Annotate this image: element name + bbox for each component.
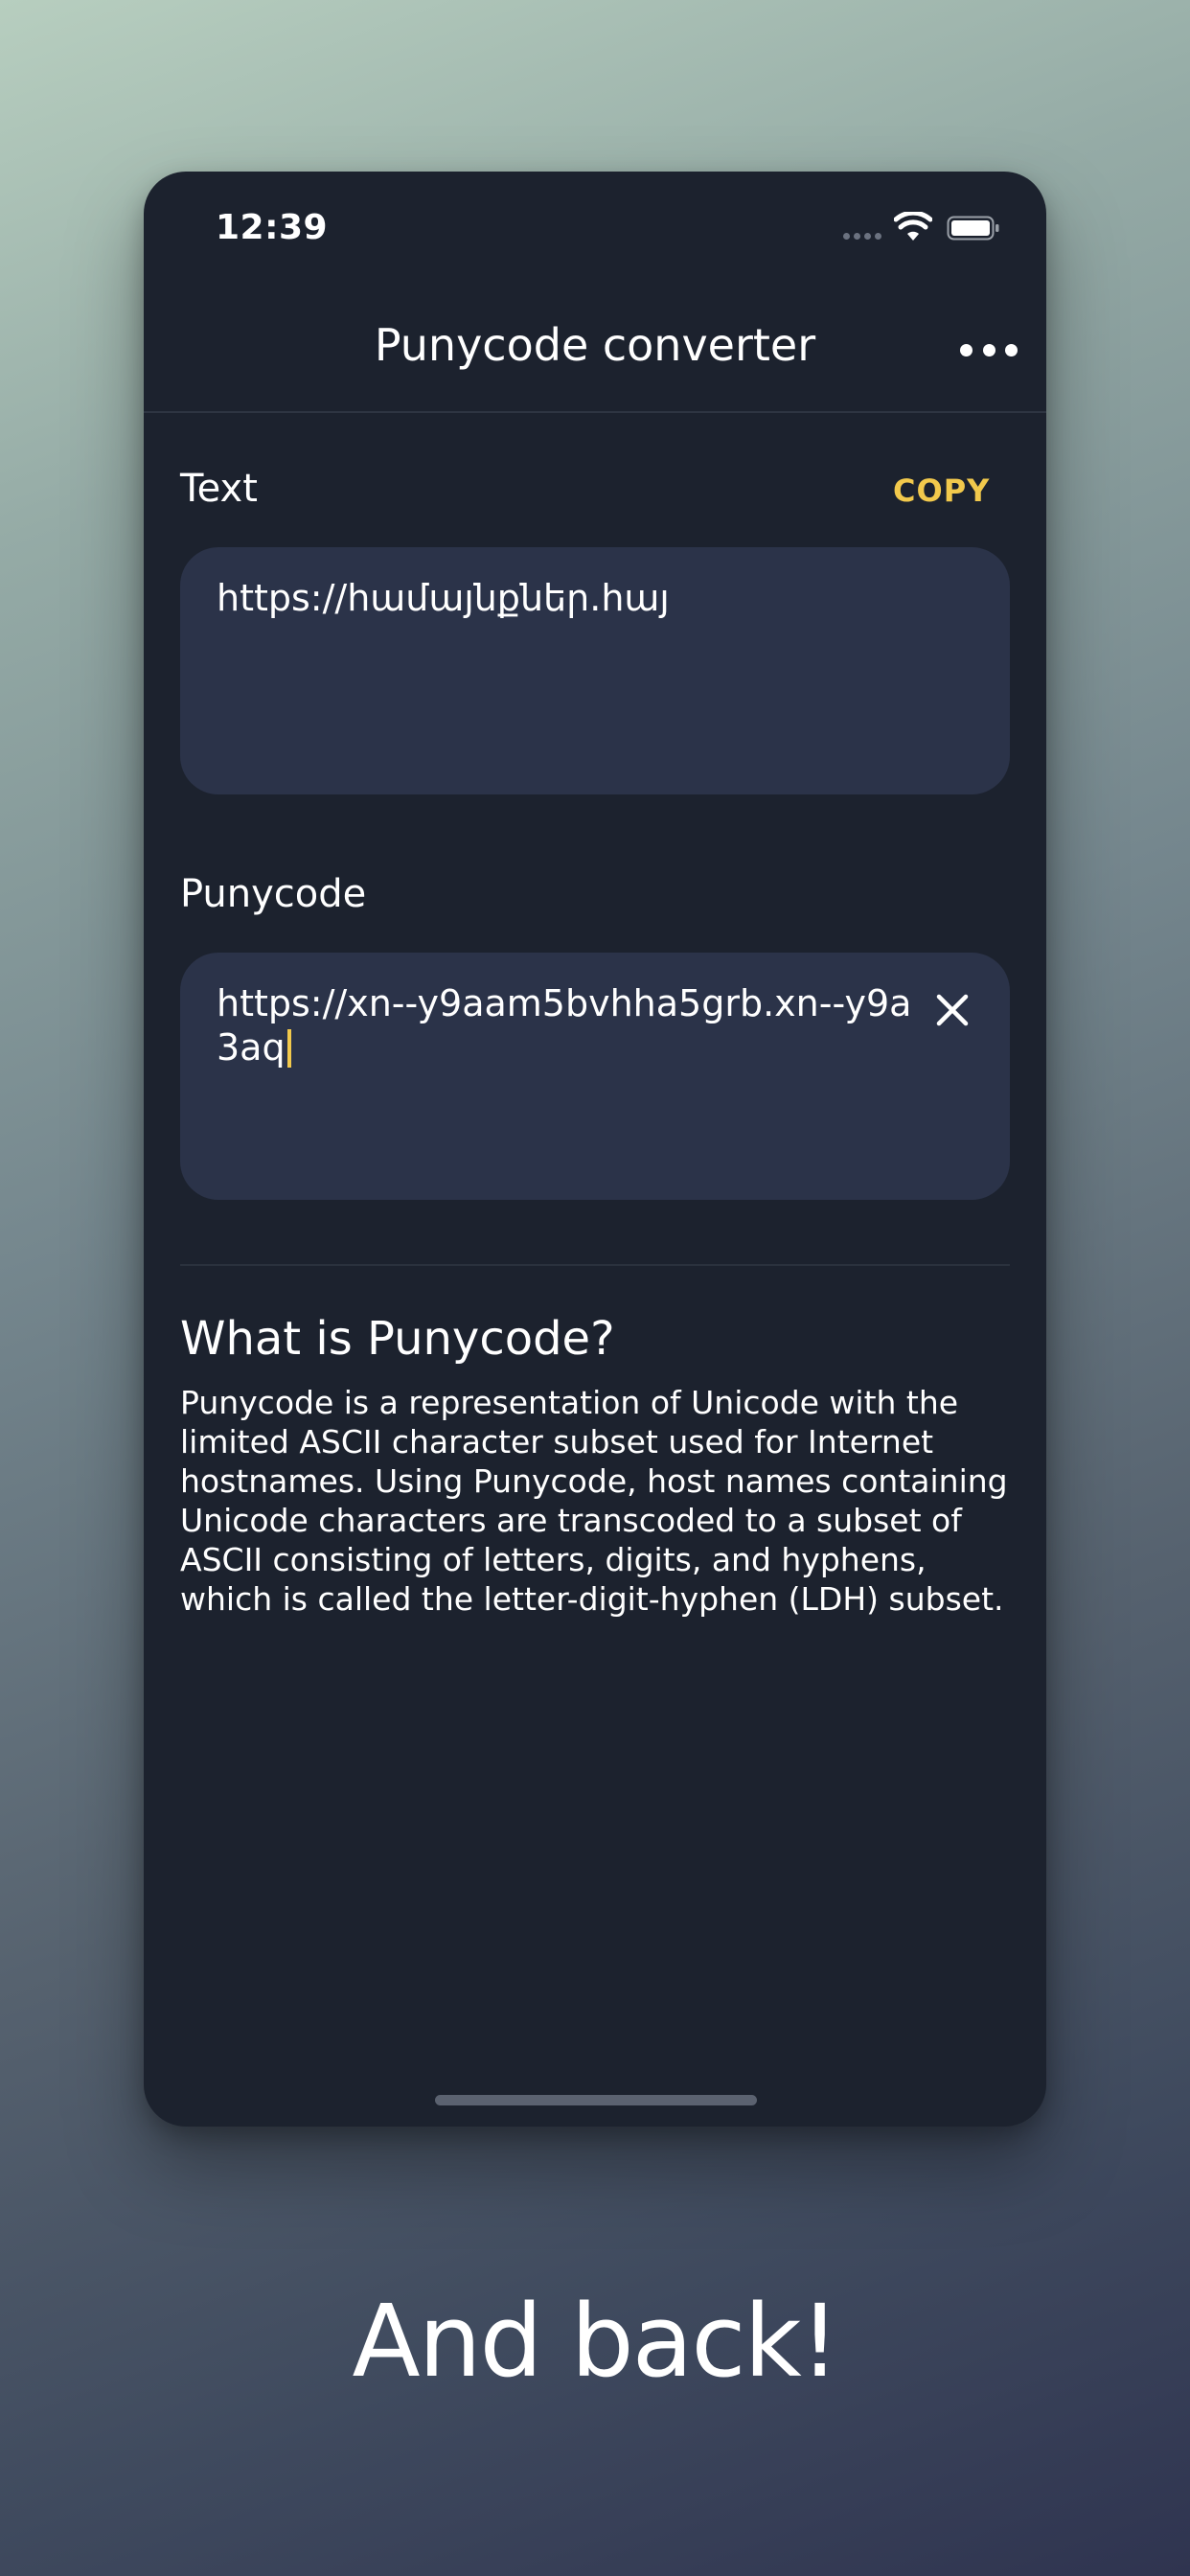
status-bar: 12:39 — [144, 172, 1046, 287]
text-cursor — [286, 1029, 291, 1068]
punycode-input[interactable]: https://xn--y9aam5bvhha5grb.xn--y9a3aq — [180, 953, 1010, 1200]
battery-icon — [947, 216, 999, 241]
copy-button[interactable]: COPY — [893, 472, 990, 509]
text-input-value: https://համայնքներ.հայ — [217, 577, 670, 619]
status-time: 12:39 — [216, 208, 329, 247]
home-indicator[interactable] — [435, 2095, 757, 2105]
info-body: Punycode is a representation of Unicode … — [180, 1384, 1008, 1618]
navigation-bar: Punycode converter — [144, 287, 1046, 413]
more-horizontal-icon — [960, 343, 973, 356]
cellular-signal-icon — [843, 233, 883, 241]
promo-caption: And back! — [352, 2283, 840, 2400]
more-options-button[interactable] — [960, 331, 1018, 369]
wifi-icon — [894, 212, 932, 241]
section-divider — [180, 1264, 1010, 1266]
phone-screen: 12:39 Punycode converter Text COPY https… — [144, 172, 1046, 2127]
page-title: Punycode converter — [374, 319, 816, 371]
punycode-input-value: https://xn--y9aam5bvhha5grb.xn--y9a3aq — [217, 982, 912, 1069]
text-input[interactable]: https://համայնքներ.հայ — [180, 547, 1010, 794]
close-icon[interactable] — [931, 989, 973, 1031]
info-title: What is Punycode? — [180, 1312, 615, 1366]
text-section-label: Text — [180, 467, 258, 511]
punycode-section-label: Punycode — [180, 872, 367, 916]
